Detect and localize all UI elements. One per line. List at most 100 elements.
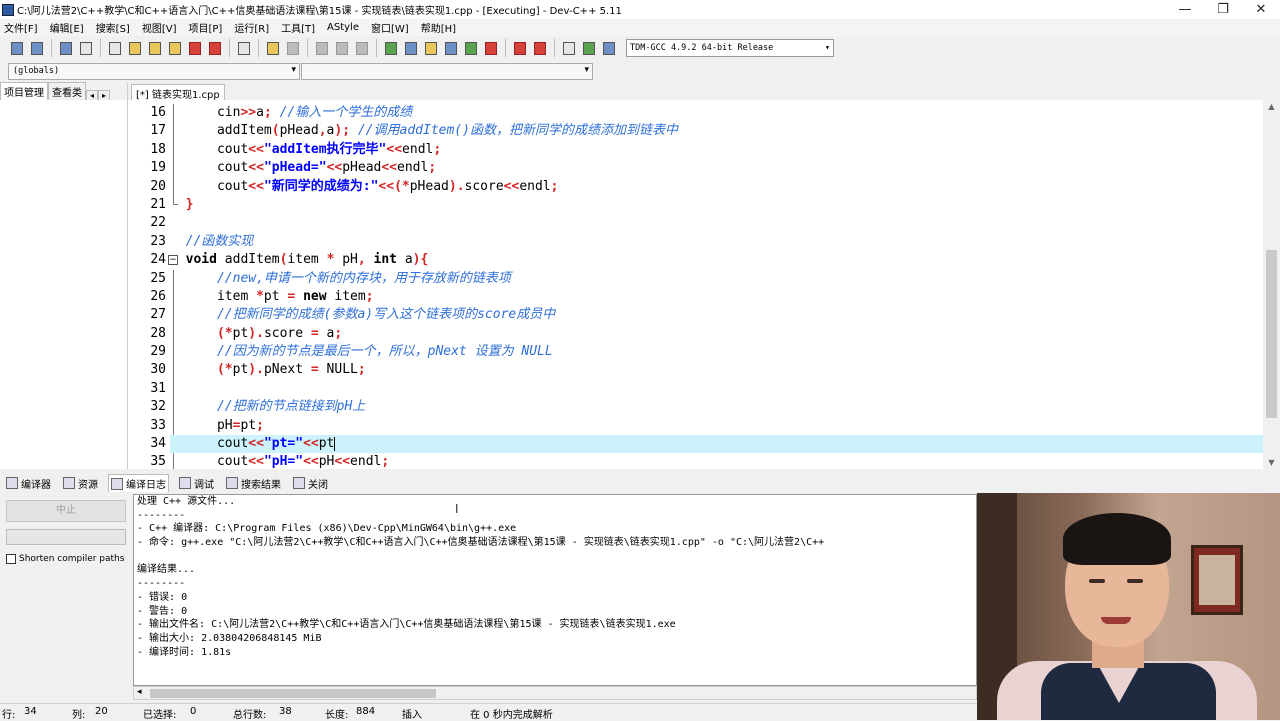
code-editor[interactable]: 16 17 18 19 20 21 22 23 24 25 26 27 28 2… bbox=[128, 100, 1263, 469]
status-insert-mode: 插入 bbox=[402, 710, 422, 721]
close-file-icon[interactable] bbox=[186, 39, 204, 57]
code-line: //因为新的节点是最后一个，所以，pNext 设置为 NULL bbox=[216, 344, 553, 360]
menu-astyle[interactable]: AStyle bbox=[327, 22, 359, 33]
line-number: 29 bbox=[150, 344, 166, 360]
print-icon[interactable] bbox=[235, 39, 253, 57]
code-line: cout<<"pH="<<pH<<endl; bbox=[170, 454, 390, 469]
log-line: -------- bbox=[137, 578, 186, 590]
syntax-check-icon[interactable] bbox=[462, 39, 480, 57]
menu-window[interactable]: 窗口[W] bbox=[371, 20, 409, 35]
line-number: 27 bbox=[150, 307, 166, 323]
bottom-panel-tabs: 编译器 资源 编译日志 调试 搜索结果 关闭 bbox=[0, 473, 1280, 493]
menu-help[interactable]: 帮助[H] bbox=[421, 20, 456, 35]
log-horizontal-scrollbar[interactable]: ◂ bbox=[133, 686, 977, 700]
indent-icon[interactable] bbox=[333, 39, 351, 57]
scrollbar-thumb[interactable] bbox=[150, 689, 436, 698]
profile-icon[interactable] bbox=[511, 39, 529, 57]
toolbar-separator bbox=[229, 39, 230, 57]
scroll-up-icon[interactable]: ▲ bbox=[1263, 102, 1280, 111]
menu-view[interactable]: 视图[V] bbox=[142, 20, 177, 35]
tab-label: 调试 bbox=[194, 479, 214, 491]
scope-select-value: (globals) bbox=[13, 66, 60, 76]
webcam-overlay bbox=[977, 493, 1280, 720]
log-line: - 输出文件名: C:\阿儿法营2\C++教学\C和C++语言入门\C++信奥基… bbox=[137, 619, 676, 631]
tab-debug[interactable]: 调试 bbox=[177, 475, 216, 492]
open-project-icon[interactable] bbox=[126, 39, 144, 57]
status-total-lines-label: 总行数: bbox=[233, 710, 267, 721]
shorten-paths-checkbox[interactable] bbox=[6, 554, 16, 564]
symbol-select[interactable]: ▾ bbox=[301, 63, 593, 80]
stop-execution-icon[interactable] bbox=[482, 39, 500, 57]
editor-vertical-scrollbar[interactable]: ▲ ▼ bbox=[1263, 100, 1280, 469]
new-source-icon[interactable] bbox=[106, 39, 124, 57]
tab-scroll-left-icon[interactable]: ◂ bbox=[86, 90, 99, 100]
new-file-icon[interactable] bbox=[8, 39, 26, 57]
toolbar-separator bbox=[307, 39, 308, 57]
compile-icon[interactable] bbox=[382, 39, 400, 57]
close-button[interactable]: ✕ bbox=[1242, 0, 1280, 19]
compile-run-icon[interactable] bbox=[422, 39, 440, 57]
status-parse-time: 在 0 秒内完成解析 bbox=[470, 710, 553, 721]
undo-icon[interactable] bbox=[264, 39, 282, 57]
toggle-bookmark-icon[interactable] bbox=[353, 39, 371, 57]
menu-file[interactable]: 文件[F] bbox=[4, 20, 38, 35]
goto-file-icon[interactable] bbox=[580, 39, 598, 57]
project-icon[interactable] bbox=[57, 39, 75, 57]
tab-compile-log[interactable]: 编译日志 bbox=[108, 474, 169, 492]
code-line: (*pt).pNext = NULL; bbox=[216, 362, 366, 378]
save-all-icon[interactable] bbox=[166, 39, 184, 57]
goto-line-icon[interactable] bbox=[560, 39, 578, 57]
tab-search-results[interactable]: 搜索结果 bbox=[224, 475, 283, 492]
log-line: - C++ 编译器: C:\Program Files (x86)\Dev-Cp… bbox=[137, 523, 517, 535]
redo-icon[interactable] bbox=[284, 39, 302, 57]
run-icon[interactable] bbox=[402, 39, 420, 57]
compiler-select[interactable]: TDM-GCC 4.9.2 64-bit Release ▾ bbox=[626, 39, 834, 57]
shorten-compiler-paths-option[interactable]: Shorten compiler paths bbox=[6, 554, 124, 564]
line-number: 19 bbox=[150, 160, 166, 176]
maximize-button[interactable]: ❐ bbox=[1204, 0, 1242, 19]
scroll-down-icon[interactable]: ▼ bbox=[1263, 458, 1280, 467]
unindent-icon[interactable] bbox=[313, 39, 331, 57]
tab-close-panel[interactable]: 关闭 bbox=[291, 475, 330, 492]
debug-check-icon bbox=[179, 477, 191, 489]
insert-icon[interactable] bbox=[77, 39, 95, 57]
delete-profile-icon[interactable] bbox=[531, 39, 549, 57]
compile-log-output[interactable]: 处理 C++ 源文件... -------- - C++ 编译器: C:\Pro… bbox=[133, 494, 977, 686]
line-number: 20 bbox=[150, 178, 166, 194]
close-all-icon[interactable] bbox=[206, 39, 224, 57]
menu-edit[interactable]: 编辑[E] bbox=[50, 20, 84, 35]
code-line: //函数实现 bbox=[185, 233, 254, 249]
menu-tools[interactable]: 工具[T] bbox=[281, 20, 315, 35]
abort-compilation-button[interactable]: 中止 bbox=[6, 500, 126, 522]
menu-run[interactable]: 运行[R] bbox=[234, 20, 269, 35]
scrollbar-thumb[interactable] bbox=[1266, 250, 1277, 418]
log-line: -------- bbox=[137, 509, 186, 521]
line-number: 34 bbox=[150, 436, 166, 452]
scroll-left-icon[interactable]: ◂ bbox=[137, 687, 142, 697]
minimize-button[interactable]: — bbox=[1166, 0, 1204, 19]
rebuild-all-icon[interactable] bbox=[442, 39, 460, 57]
open-file-icon[interactable] bbox=[28, 39, 46, 57]
line-number: 26 bbox=[150, 288, 166, 304]
menu-search[interactable]: 搜索[S] bbox=[96, 20, 130, 35]
save-icon[interactable] bbox=[146, 39, 164, 57]
text-caret bbox=[334, 436, 336, 451]
menu-project[interactable]: 项目[P] bbox=[189, 20, 223, 35]
compiler-grid-icon bbox=[6, 477, 18, 489]
tab-class-view[interactable]: 查看类 bbox=[48, 82, 86, 100]
tab-project-manager[interactable]: 项目管理 bbox=[0, 82, 48, 100]
code-text[interactable]: cin>>a; //输入一个学生的成绩 addItem(pHead,a); //… bbox=[170, 104, 1263, 469]
line-number: 35 bbox=[150, 454, 166, 469]
code-line: void addItem(item * pH, int a){ bbox=[185, 252, 429, 268]
log-line: 处理 C++ 源文件... bbox=[137, 496, 236, 507]
log-line: - 输出大小: 2.03804206848145 MiB bbox=[137, 632, 322, 644]
debug-icon[interactable] bbox=[600, 39, 618, 57]
status-length-label: 长度: bbox=[325, 710, 349, 721]
tab-resources[interactable]: 资源 bbox=[61, 475, 100, 492]
tab-scroll-right-icon[interactable]: ▸ bbox=[98, 90, 111, 100]
chevron-down-icon: ▾ bbox=[291, 65, 296, 75]
scope-select[interactable]: (globals) ▾ bbox=[8, 63, 300, 80]
tab-compiler[interactable]: 编译器 bbox=[4, 475, 53, 492]
